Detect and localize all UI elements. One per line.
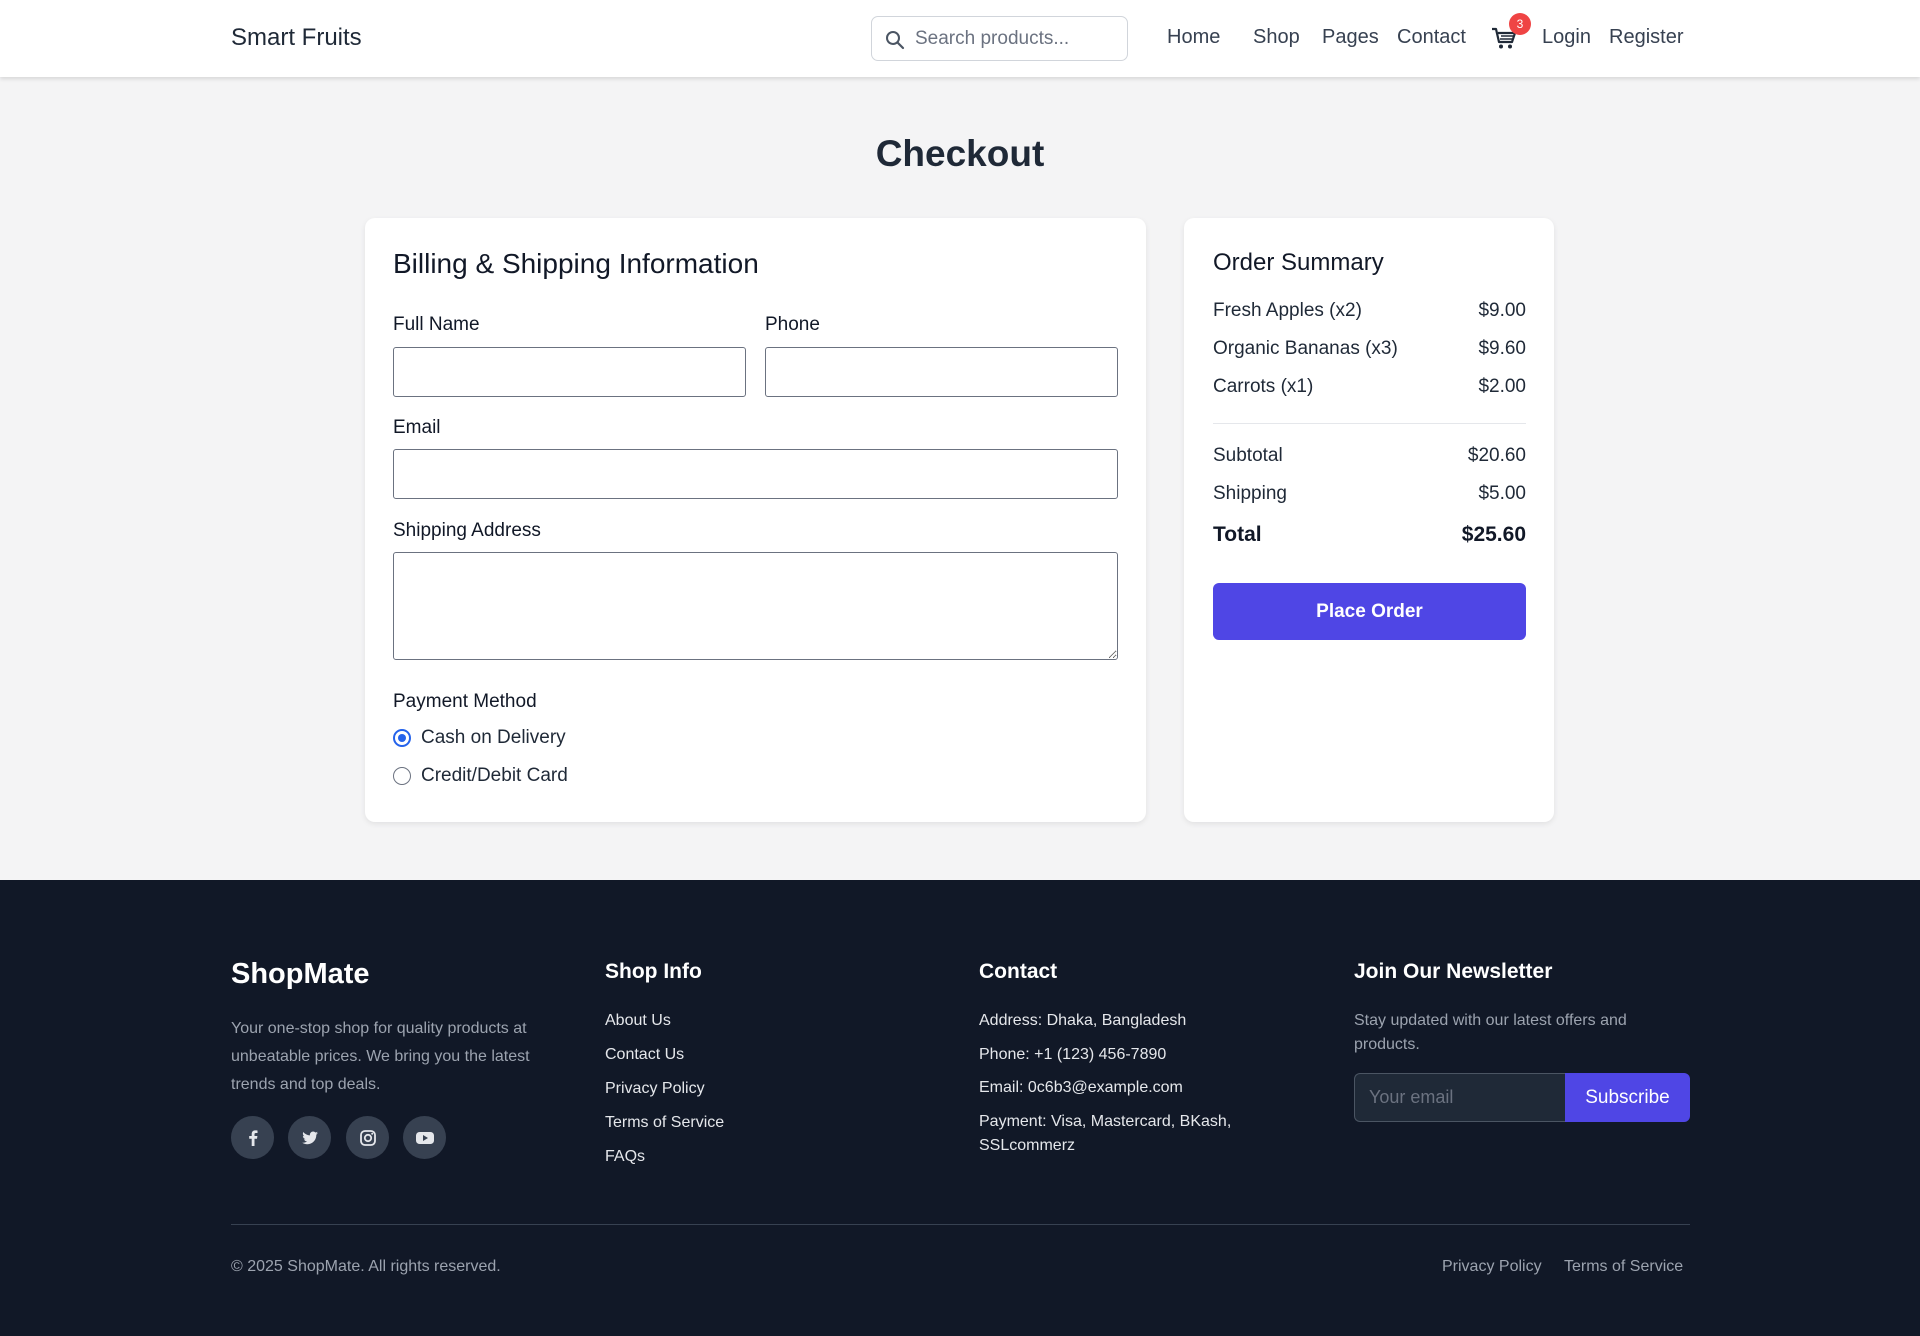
youtube-icon[interactable]: [403, 1116, 446, 1159]
footer-divider: [231, 1224, 1690, 1225]
order-summary-card: Order Summary Fresh Apples (x2) $9.00 Or…: [1184, 218, 1554, 822]
site-footer: ShopMate Your one-stop shop for quality …: [0, 880, 1920, 1336]
email-field[interactable]: [393, 449, 1118, 499]
contact-email: Email: 0c6b3@example.com: [979, 1079, 1183, 1096]
nav-contact[interactable]: Contact: [1397, 26, 1466, 49]
phone-label: Phone: [765, 314, 820, 335]
item-name: Carrots (x1): [1213, 376, 1314, 397]
copyright-text: © 2025 ShopMate. All rights reserved.: [231, 1258, 501, 1275]
instagram-icon[interactable]: [346, 1116, 389, 1159]
facebook-icon[interactable]: [231, 1116, 274, 1159]
payment-option-label: Credit/Debit Card: [421, 765, 568, 786]
footer-link-contact[interactable]: Contact Us: [605, 1046, 684, 1064]
total-label: Total: [1213, 523, 1262, 546]
shipping-label: Shipping: [1213, 483, 1287, 504]
subtotal-value: $20.60: [1467, 445, 1526, 466]
item-price: $9.00: [1478, 300, 1526, 321]
subtotal-label: Subtotal: [1213, 445, 1283, 466]
bottom-link-privacy[interactable]: Privacy Policy: [1442, 1258, 1542, 1276]
place-order-button[interactable]: Place Order: [1213, 583, 1526, 640]
search-input[interactable]: [915, 17, 1120, 60]
phone-field[interactable]: [765, 347, 1118, 397]
newsletter-title: Join Our Newsletter: [1354, 960, 1553, 983]
search-icon: [886, 31, 905, 50]
login-link[interactable]: Login: [1542, 26, 1591, 49]
total-row: Total $25.60: [1213, 523, 1526, 547]
summary-item-row: Organic Bananas (x3) $9.60: [1213, 338, 1526, 360]
item-price: $9.60: [1478, 338, 1526, 359]
billing-title: Billing & Shipping Information: [393, 248, 759, 279]
contact-address: Address: Dhaka, Bangladesh: [979, 1012, 1187, 1029]
footer-description: Your one-stop shop for quality products …: [231, 1020, 530, 1093]
page-title: Checkout: [875, 133, 1045, 174]
footer-link-about[interactable]: About Us: [605, 1012, 671, 1030]
nav-home[interactable]: Home: [1167, 26, 1220, 49]
subscribe-button[interactable]: Subscribe: [1565, 1073, 1690, 1122]
subtotal-row: Subtotal $20.60: [1213, 445, 1526, 467]
radio-cod[interactable]: [393, 729, 411, 747]
brand-logo[interactable]: Smart Fruits: [231, 24, 362, 52]
newsletter-description: Stay updated with our latest offers and …: [1354, 1012, 1627, 1053]
item-name: Organic Bananas (x3): [1213, 338, 1398, 359]
top-navbar: Smart Fruits Home Shop Pages Contact 3 L…: [0, 0, 1920, 77]
bottom-link-terms[interactable]: Terms of Service: [1564, 1258, 1683, 1276]
payment-option-card[interactable]: Credit/Debit Card: [393, 765, 568, 787]
twitter-icon[interactable]: [288, 1116, 331, 1159]
summary-item-row: Carrots (x1) $2.00: [1213, 376, 1526, 398]
footer-link-faqs[interactable]: FAQs: [605, 1148, 645, 1166]
footer-link-privacy[interactable]: Privacy Policy: [605, 1080, 705, 1098]
payment-method-label: Payment Method: [393, 691, 537, 712]
item-name: Fresh Apples (x2): [1213, 300, 1362, 321]
total-value: $25.60: [1461, 523, 1526, 546]
cart-count-badge: 3: [1509, 13, 1531, 35]
newsletter-email-input[interactable]: [1354, 1073, 1565, 1122]
email-label: Email: [393, 417, 441, 438]
search-box[interactable]: [871, 16, 1128, 61]
footer-brand: ShopMate: [231, 958, 370, 990]
address-label: Shipping Address: [393, 520, 541, 541]
billing-card: Billing & Shipping Information Full Name…: [365, 218, 1146, 822]
register-link[interactable]: Register: [1609, 26, 1683, 49]
footer-link-terms[interactable]: Terms of Service: [605, 1114, 724, 1132]
nav-shop[interactable]: Shop: [1253, 26, 1300, 49]
payment-option-cod[interactable]: Cash on Delivery: [393, 727, 566, 749]
full-name-label: Full Name: [393, 314, 480, 335]
full-name-field[interactable]: [393, 347, 746, 397]
summary-item-row: Fresh Apples (x2) $9.00: [1213, 300, 1526, 322]
order-summary-title: Order Summary: [1213, 249, 1384, 276]
shop-info-title: Shop Info: [605, 960, 702, 983]
summary-divider: [1213, 423, 1526, 424]
radio-card[interactable]: [393, 767, 411, 785]
shipping-address-field[interactable]: [393, 552, 1118, 660]
contact-payment: Payment: Visa, Mastercard, BKash, SSLcom…: [979, 1113, 1232, 1154]
shipping-value: $5.00: [1478, 483, 1526, 504]
nav-pages[interactable]: Pages: [1322, 26, 1379, 49]
item-price: $2.00: [1478, 376, 1526, 397]
payment-option-label: Cash on Delivery: [421, 727, 566, 748]
contact-phone: Phone: +1 (123) 456-7890: [979, 1046, 1167, 1063]
contact-title: Contact: [979, 960, 1058, 983]
shipping-row: Shipping $5.00: [1213, 483, 1526, 505]
